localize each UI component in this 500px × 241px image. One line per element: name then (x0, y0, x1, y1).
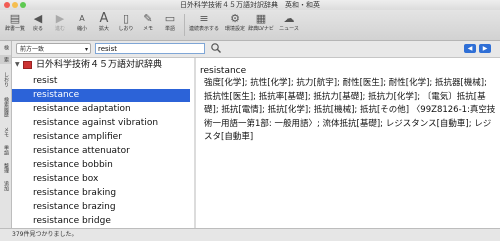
memo-button[interactable]: ✎ メモ (137, 11, 159, 39)
preferences-button[interactable]: ⚙ 環境設定 (224, 11, 246, 39)
word-button[interactable]: ▭ 単語 (159, 11, 181, 39)
word-list: ▼ 日外科学技術４５万語対訳辞典 resist resistance resis… (12, 58, 195, 228)
memo-icon: ✎ (143, 12, 153, 25)
title-bar: 日外科学技術４５万語対訳辞典 英和・和英 (0, 0, 500, 10)
list-item[interactable]: resist (12, 75, 190, 88)
left-arrow-icon: ◀ (467, 45, 473, 52)
app-window: 日外科学技術４５万語対訳辞典 英和・和英 ▤ 辞書一覧 ◀ 戻る ▶ 進む A … (0, 0, 500, 241)
side-tab-bookmarks[interactable]: しおり (0, 69, 11, 89)
lv-navi-button[interactable]: ▦ 辞典LVナビ (248, 11, 274, 39)
dictionary-name: 日外科学技術４５万語対訳辞典 (36, 60, 163, 70)
continuous-display-label: 連続表示する (189, 26, 220, 32)
list-item[interactable]: resistance amplifier (12, 131, 190, 144)
chevron-down-icon: ▾ (84, 46, 88, 53)
right-arrow-icon: ▶ (482, 45, 488, 52)
list-item[interactable]: resistance against vibration (12, 117, 190, 130)
status-bar: 379件見つかりました。 (0, 228, 500, 241)
list-item[interactable]: resistance bobbin (12, 159, 190, 172)
continuous-display-button[interactable]: ≡ 連続表示する (189, 11, 219, 39)
list-item[interactable]: resistance adaptation (12, 103, 190, 116)
list-item[interactable]: resistance brazing (12, 201, 190, 214)
side-tab-history[interactable]: 検索履歴 (0, 93, 11, 121)
disclosure-triangle-icon[interactable]: ▼ (15, 58, 20, 72)
window-title: 日外科学技術４５万語対訳辞典 英和・和英 (180, 1, 320, 9)
lv-navi-label: 辞典LVナビ (248, 26, 274, 32)
preferences-label: 環境設定 (224, 26, 245, 32)
side-tab-strip: 検 索 しおり 検索履歴 メモ 単語 整理 追加 (0, 41, 12, 228)
continuous-display-icon: ≡ (199, 12, 209, 25)
shrink-text-label: 縮小 (76, 26, 87, 32)
dictionary-list-button[interactable]: ▤ 辞書一覧 (4, 11, 26, 39)
bookmark-icon: ▯ (122, 12, 130, 25)
list-item[interactable]: resistance bridge (12, 215, 190, 228)
list-item-selected[interactable]: resistance (12, 89, 190, 102)
previous-result-button[interactable]: ◀ (464, 44, 476, 53)
bookmark-button[interactable]: ▯ しおり (115, 11, 137, 39)
list-item[interactable]: resistance attenuator (12, 145, 190, 158)
search-input[interactable] (95, 43, 205, 54)
lv-navi-icon: ▦ (255, 12, 267, 25)
shrink-text-button[interactable]: A 縮小 (71, 11, 93, 39)
news-label: ニュース (279, 26, 299, 32)
enlarge-text-icon: A (99, 11, 109, 26)
list-item[interactable]: resistance box (12, 173, 190, 186)
memo-label: メモ (142, 26, 153, 32)
search-bar: 前方一致 ▾ ◀ ▶ (12, 41, 500, 58)
entry-content: resistance 強度[化学]; 抗性[化学]; 抗力[航宇]; 耐性[医生… (196, 58, 500, 228)
word-icon: ▭ (164, 12, 176, 25)
side-tab-add[interactable]: 追加 (0, 179, 11, 193)
word-label: 単語 (164, 26, 175, 32)
side-tab-words[interactable]: 単語 (0, 143, 11, 157)
preferences-icon: ⚙ (230, 12, 240, 25)
enlarge-text-label: 拡大 (98, 26, 109, 32)
dictionary-list-label: 辞書一覧 (4, 26, 25, 32)
status-text: 379件見つかりました。 (12, 231, 78, 238)
list-item[interactable]: resistance braking (12, 187, 190, 200)
shrink-text-icon: A (79, 14, 85, 23)
back-button[interactable]: ◀ 戻る (27, 11, 49, 39)
next-result-button[interactable]: ▶ (479, 44, 491, 53)
bookmark-label: しおり (118, 26, 134, 32)
entry-headword: resistance (200, 66, 247, 76)
dictionary-book-icon (23, 61, 32, 69)
side-tab-search-1[interactable]: 検 (0, 43, 11, 52)
forward-icon: ▶ (55, 12, 65, 25)
back-icon: ◀ (33, 12, 43, 25)
forward-button[interactable]: ▶ 進む (49, 11, 71, 39)
side-tab-organize[interactable]: 整理 (0, 161, 11, 175)
side-tab-search-2[interactable]: 索 (0, 55, 11, 64)
enlarge-text-button[interactable]: A 拡大 (93, 11, 115, 39)
toolbar-divider (184, 14, 185, 36)
news-button[interactable]: ☁ ニュース (278, 11, 300, 39)
search-icon[interactable] (210, 42, 222, 54)
news-icon: ☁ (283, 12, 295, 25)
forward-label: 進む (54, 26, 65, 32)
search-mode-select[interactable]: 前方一致 ▾ (16, 43, 91, 54)
toolbar: ▤ 辞書一覧 ◀ 戻る ▶ 進む A 縮小 A 拡大 ▯ しおり ✎ メモ ▭ (0, 10, 500, 41)
back-label: 戻る (32, 26, 43, 32)
search-mode-value: 前方一致 (20, 46, 45, 53)
dictionary-list-icon: ▤ (9, 12, 21, 25)
entry-definition: 強度[化学]; 抗性[化学]; 抗力[航宇]; 耐性[医生]; 耐性[化学]; … (204, 78, 496, 142)
dictionary-group-header[interactable]: ▼ 日外科学技術４５万語対訳辞典 (12, 58, 194, 72)
side-tab-memo[interactable]: メモ (0, 125, 11, 139)
